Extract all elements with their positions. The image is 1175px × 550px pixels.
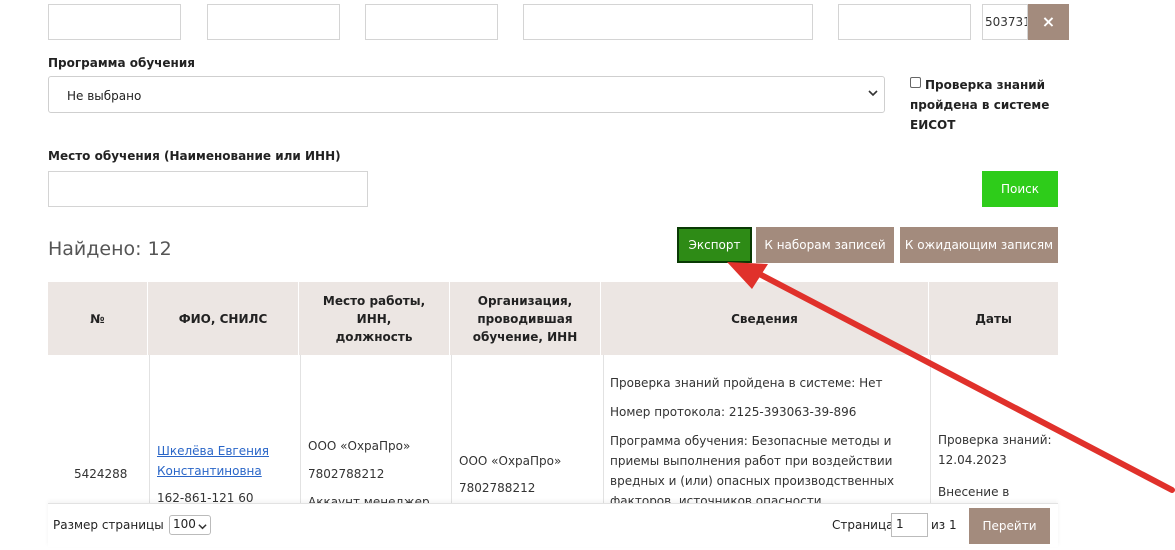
red-arrow-annotation <box>727 262 1175 493</box>
